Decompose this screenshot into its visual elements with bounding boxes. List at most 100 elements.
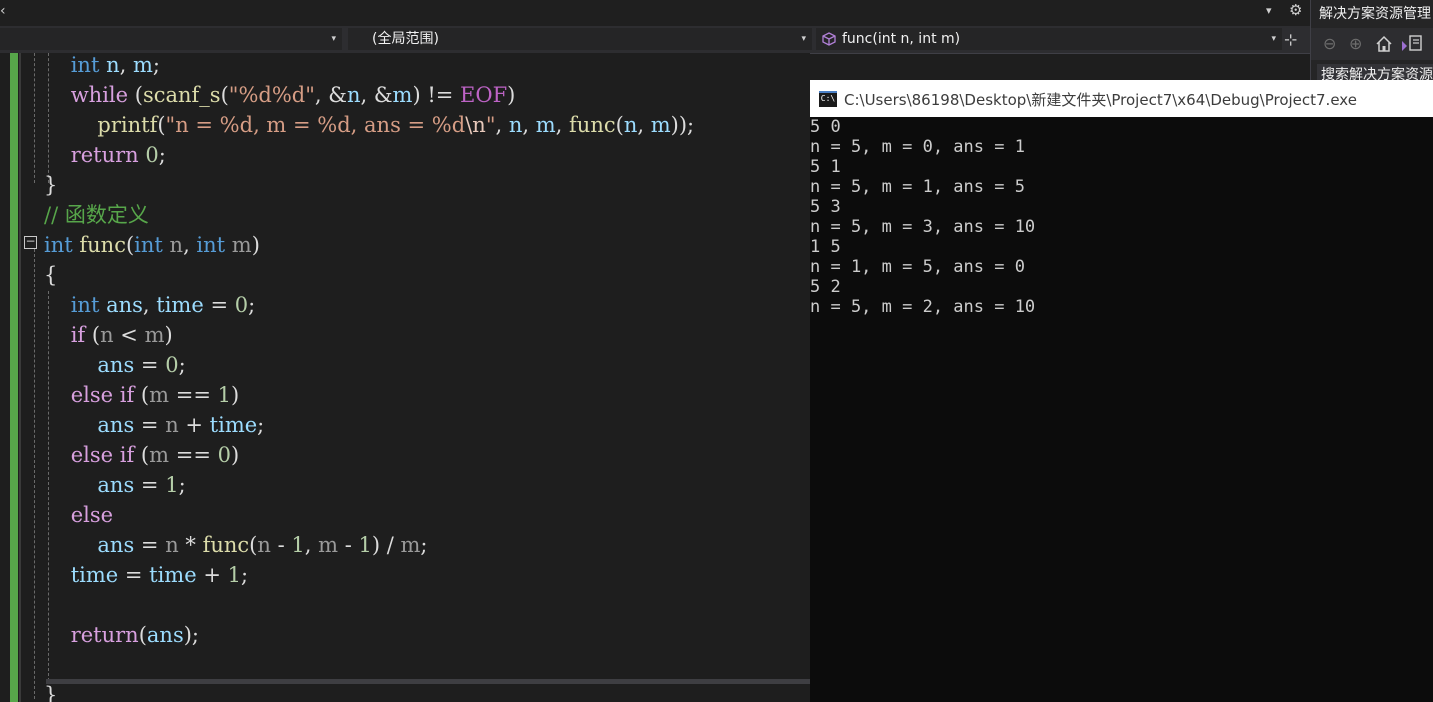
console-window[interactable]: C:\ C:\Users\86198\Desktop\新建文件夹\Project… — [810, 80, 1433, 702]
outline-guide — [34, 249, 35, 699]
code-token: m — [650, 113, 671, 137]
code-token: , — [119, 53, 133, 77]
forward-icon[interactable]: ⊕ — [1349, 34, 1362, 53]
code-token: , — [142, 293, 157, 317]
code-token: "%d%d" — [228, 83, 315, 107]
code-line: int n, m; — [44, 53, 160, 80]
console-output-line: n = 5, m = 2, ans = 10 — [810, 297, 1036, 317]
gear-icon[interactable]: ⚙ — [1289, 1, 1302, 19]
code-token: ; — [178, 473, 186, 497]
member-dropdown[interactable]: func(int n, int m) ▾ — [816, 28, 1282, 50]
code-token: , & — [360, 83, 393, 107]
code-token: EOF — [460, 83, 508, 107]
scope-dropdown-label: (全局范围) — [372, 31, 439, 47]
code-token: ( — [157, 113, 166, 137]
chevron-down-icon: ▾ — [801, 34, 806, 44]
code-token: ( — [220, 83, 229, 107]
code-token: n — [257, 533, 271, 557]
code-token: ; — [248, 293, 256, 317]
code-line: ans = 0; — [44, 350, 185, 380]
code-token: = — [134, 473, 166, 497]
code-token: if — [119, 383, 135, 407]
code-line: ans = n * func(n - 1, m - 1) / m; — [44, 530, 427, 560]
code-token: 1 — [358, 533, 372, 557]
code-token: , — [522, 113, 536, 137]
code-line: int func(int n, int m) — [44, 230, 260, 260]
function-cube-icon — [822, 32, 836, 46]
code-token: ) — [251, 233, 260, 257]
code-token: func — [202, 533, 250, 557]
code-token: func — [79, 233, 126, 257]
code-token: } — [44, 173, 58, 197]
console-output-line: 1 5 — [810, 237, 841, 257]
code-token: ans — [146, 623, 184, 647]
switch-views-icon[interactable] — [1401, 35, 1423, 52]
code-token: ( — [125, 233, 135, 257]
split-window-icon[interactable]: ⊹ — [1284, 30, 1297, 49]
code-token: 1 — [227, 563, 241, 587]
code-token: 1 — [165, 473, 179, 497]
collapse-toggle-icon[interactable]: − — [24, 235, 37, 249]
home-icon[interactable] — [1375, 35, 1393, 52]
code-token: , — [495, 113, 509, 137]
console-output-line: n = 5, m = 0, ans = 1 — [810, 137, 1025, 157]
console-app-icon: C:\ — [819, 91, 837, 107]
code-token: { — [44, 263, 58, 287]
console-output-line: 5 1 — [810, 157, 841, 177]
code-line: while (scanf_s("%d%d", &n, &m) != EOF) — [44, 80, 516, 110]
code-token: int — [196, 233, 226, 257]
code-line: time = time + 1; — [44, 560, 248, 590]
code-token: ( — [128, 83, 143, 107]
code-token: ans — [97, 413, 135, 437]
code-token: int — [44, 233, 73, 257]
code-token: ; — [257, 413, 265, 437]
code-token: m — [144, 323, 165, 347]
code-token: \n — [465, 113, 486, 137]
console-title-bar[interactable]: C:\ C:\Users\86198\Desktop\新建文件夹\Project… — [810, 80, 1433, 117]
code-line: else if (m == 0) — [44, 440, 239, 470]
code-token: } — [44, 683, 58, 702]
code-token: ) — [507, 83, 516, 107]
code-token: n — [623, 113, 638, 137]
code-editor[interactable]: − int n, m; while (scanf_s("%d%d", &n, &… — [0, 53, 810, 702]
code-token: int — [70, 53, 100, 77]
code-token: ( — [134, 383, 150, 407]
code-token: , & — [314, 83, 347, 107]
scope-dropdown[interactable]: (全局范围) ▾ — [348, 28, 812, 50]
code-token: int — [134, 233, 163, 257]
code-token: ( — [134, 443, 150, 467]
code-token: , — [304, 533, 319, 557]
code-token: int — [70, 293, 100, 317]
code-token: ) — [230, 383, 240, 407]
code-token: printf — [97, 113, 158, 137]
code-token: , — [637, 113, 651, 137]
code-token: m — [400, 533, 421, 557]
code-token: ; — [240, 563, 249, 587]
project-dropdown[interactable]: ▾ — [0, 28, 342, 50]
chevron-down-icon[interactable]: ▾ — [1266, 4, 1272, 17]
scroll-left-icon[interactable]: ‹ — [0, 3, 6, 19]
code-token: ; — [158, 143, 166, 167]
code-token: ( — [615, 113, 624, 137]
code-token: // 函数定义 — [44, 203, 149, 227]
code-line: return(ans); — [44, 620, 199, 650]
chevron-down-icon: ▾ — [1271, 34, 1276, 44]
console-output-line: 5 2 — [810, 277, 841, 297]
code-line: ans = 1; — [44, 470, 186, 500]
code-token: m — [149, 443, 170, 467]
code-token: else — [70, 383, 114, 407]
code-token: ) != — [412, 83, 461, 107]
code-token: ; — [420, 533, 428, 557]
code-line: return 0; — [44, 140, 166, 170]
code-token: time — [70, 563, 119, 587]
back-icon[interactable]: ⊖ — [1323, 34, 1336, 53]
code-token: n — [99, 53, 120, 77]
